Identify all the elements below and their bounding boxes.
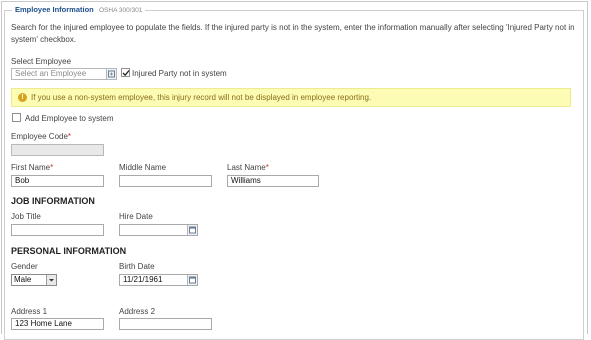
section-subtitle: OSHA 300/301 [99,7,143,14]
job-title-input[interactable] [11,224,104,236]
middle-name-label: Middle Name [119,163,167,172]
last-name-label: Last Name* [227,163,269,172]
birth-date-value: 11/21/1961 [123,275,163,284]
required-mark: * [50,163,54,172]
first-name-label: First Name* [11,163,53,172]
address2-label: Address 2 [119,307,156,316]
select-employee-label: Select Employee [11,57,72,66]
address1-label: Address 1 [11,307,48,316]
employee-code-label: Employee Code* [11,132,71,141]
not-in-system-label: Injured Party not in system [132,69,227,78]
intro-text: Search for the injured employee to popul… [11,23,575,44]
not-in-system-checkbox[interactable] [121,68,130,77]
employee-code-label-text: Employee Code [11,132,68,141]
hire-date-input[interactable] [119,224,198,236]
calendar-icon[interactable] [187,275,197,285]
last-name-label-text: Last Name [227,163,266,172]
select-employee-placeholder: Select an Employee [15,69,87,78]
required-mark: * [67,132,72,141]
birth-date-input[interactable]: 11/21/1961 [119,274,198,286]
first-name-input[interactable]: Bob [11,175,104,187]
lookup-icon[interactable] [106,69,116,79]
select-employee-input[interactable]: Select an Employee [11,68,117,80]
dropdown-arrow-icon [46,275,56,285]
warning-banner: ! If you use a non-system employee, this… [11,88,571,107]
job-information-heading: JOB INFORMATION [11,196,95,206]
warning-icon: ! [18,93,27,102]
first-name-label-text: First Name [11,163,51,172]
hire-date-label: Hire Date [119,212,153,221]
birth-date-label: Birth Date [119,262,155,271]
check-icon [122,70,130,77]
section-title: Employee Information [15,5,94,14]
gender-select[interactable]: Male [11,274,57,286]
section-legend: Employee Information OSHA 300/301 [12,5,146,14]
warning-text: If you use a non-system employee, this i… [31,93,372,102]
required-mark: * [265,163,269,172]
add-employee-label: Add Employee to system [25,114,114,123]
middle-name-input[interactable] [119,175,212,187]
personal-information-heading: PERSONAL INFORMATION [11,246,127,256]
calendar-icon[interactable] [187,225,197,235]
gender-value: Male [14,275,32,284]
employee-code-input[interactable] [11,144,104,156]
gender-label: Gender [11,262,38,271]
job-title-label: Job Title [11,212,41,221]
address1-input[interactable]: 123 Home Lane [11,318,104,330]
address2-input[interactable] [119,318,212,330]
last-name-input[interactable]: Williams [227,175,319,187]
add-employee-checkbox[interactable] [12,113,21,122]
